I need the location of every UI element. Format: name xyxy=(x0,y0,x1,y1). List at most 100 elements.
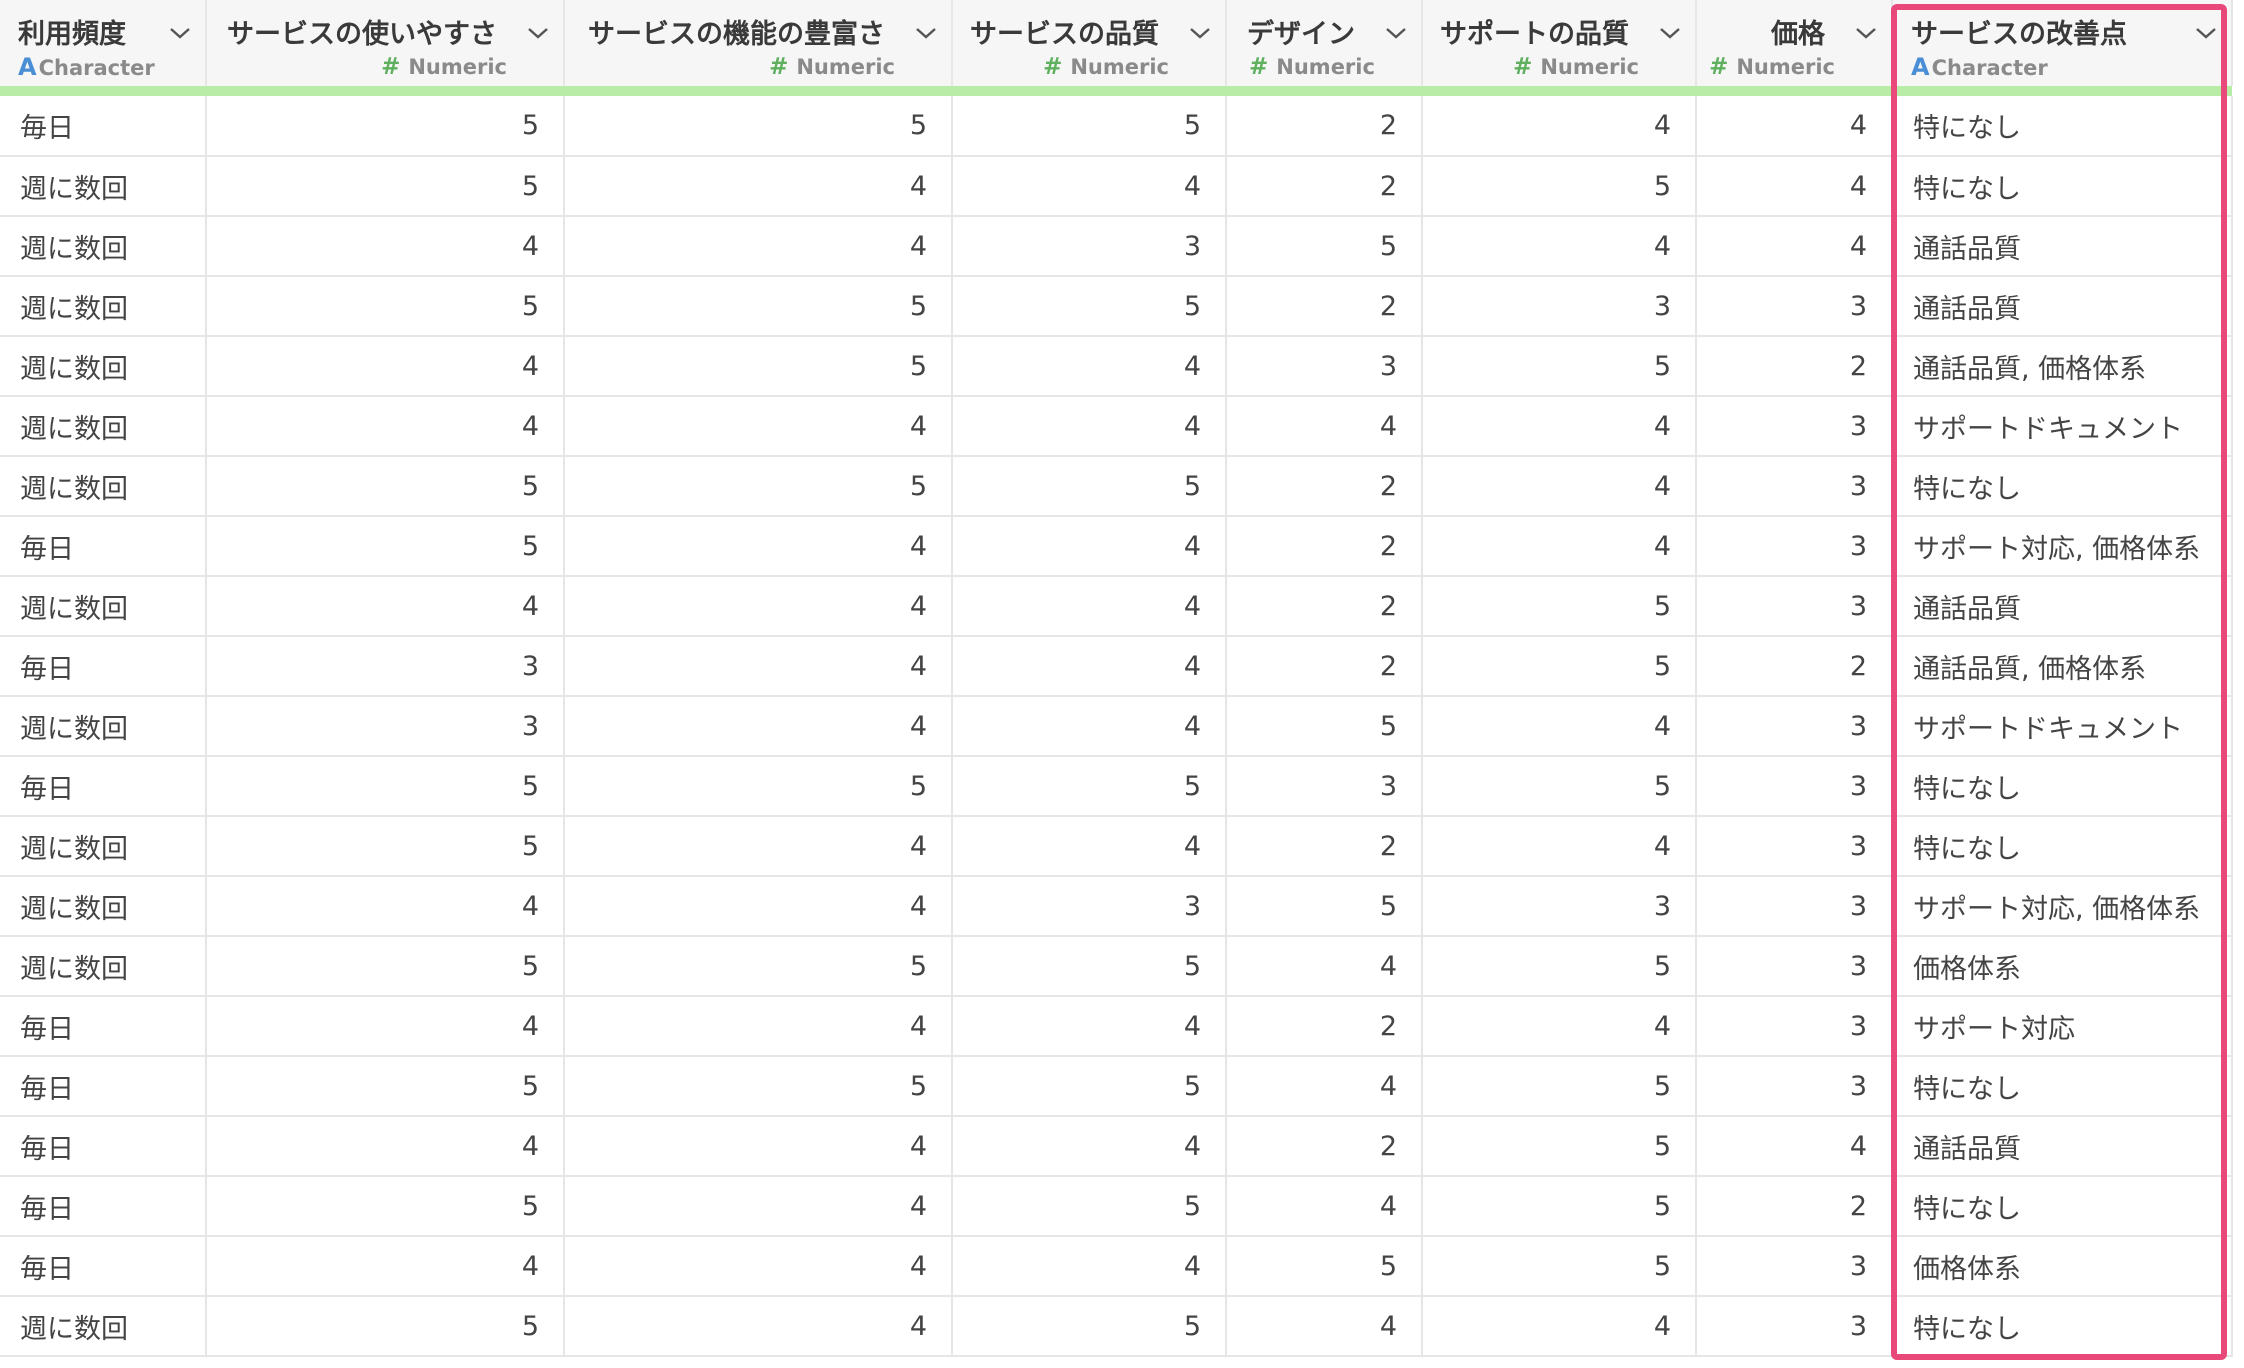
table-cell[interactable]: 5 xyxy=(206,1296,565,1357)
table-cell[interactable]: 5 xyxy=(1422,636,1697,697)
table-cell[interactable]: 特になし xyxy=(1892,96,2233,157)
table-cell[interactable]: 毎日 xyxy=(0,756,207,817)
table-row[interactable]: 週に数回 4 5 4 3 5 2 通話品質, 価格体系 xyxy=(0,336,2233,397)
table-row[interactable]: 毎日 4 4 4 5 5 3 価格体系 xyxy=(0,1236,2233,1297)
table-row[interactable]: 週に数回 4 4 4 2 5 3 通話品質 xyxy=(0,576,2233,637)
table-cell[interactable]: 3 xyxy=(1696,516,1893,577)
table-cell[interactable]: 3 xyxy=(1422,276,1697,337)
table-cell[interactable]: サポートドキュメント xyxy=(1892,396,2233,457)
table-cell[interactable]: 5 xyxy=(206,156,565,217)
table-cell[interactable]: 5 xyxy=(206,456,565,517)
table-cell[interactable]: 5 xyxy=(564,936,953,997)
table-row[interactable]: 週に数回 5 5 5 4 5 3 価格体系 xyxy=(0,936,2233,997)
table-cell[interactable]: 毎日 xyxy=(0,996,207,1057)
table-cell[interactable]: 4 xyxy=(1422,516,1697,577)
table-cell[interactable]: 通話品質, 価格体系 xyxy=(1892,336,2233,397)
table-cell[interactable]: 4 xyxy=(564,636,953,697)
table-cell[interactable]: 5 xyxy=(564,756,953,817)
table-cell[interactable]: 5 xyxy=(1422,1236,1697,1297)
table-cell[interactable]: 4 xyxy=(952,636,1227,697)
table-row[interactable]: 毎日 5 4 5 4 5 2 特になし xyxy=(0,1176,2233,1237)
table-cell[interactable]: 5 xyxy=(206,936,565,997)
table-cell[interactable]: 5 xyxy=(206,96,565,157)
table-cell[interactable]: 4 xyxy=(952,696,1227,757)
table-cell[interactable]: 4 xyxy=(564,1236,953,1297)
table-cell[interactable]: 5 xyxy=(952,936,1227,997)
table-cell[interactable]: 特になし xyxy=(1892,756,2233,817)
table-cell[interactable]: 4 xyxy=(1422,96,1697,157)
table-cell[interactable]: サポートドキュメント xyxy=(1892,696,2233,757)
table-cell[interactable]: 2 xyxy=(1226,816,1423,877)
column-header[interactable]: サービスの改善点 A Character xyxy=(1892,0,2233,86)
table-cell[interactable]: 5 xyxy=(1422,336,1697,397)
table-cell[interactable]: 5 xyxy=(1422,756,1697,817)
table-cell[interactable]: 4 xyxy=(1696,216,1893,277)
table-cell[interactable]: 4 xyxy=(1422,696,1697,757)
table-cell[interactable]: 3 xyxy=(1226,336,1423,397)
table-cell[interactable]: 週に数回 xyxy=(0,216,207,277)
table-cell[interactable]: 4 xyxy=(564,876,953,937)
table-cell[interactable]: 毎日 xyxy=(0,1236,207,1297)
table-row[interactable]: 毎日 3 4 4 2 5 2 通話品質, 価格体系 xyxy=(0,636,2233,697)
table-cell[interactable]: 通話品質 xyxy=(1892,216,2233,277)
table-cell[interactable]: 4 xyxy=(1226,1056,1423,1117)
table-cell[interactable]: 毎日 xyxy=(0,1116,207,1177)
table-cell[interactable]: 特になし xyxy=(1892,1056,2233,1117)
table-cell[interactable]: 4 xyxy=(952,156,1227,217)
table-cell[interactable]: 4 xyxy=(952,336,1227,397)
table-cell[interactable]: 4 xyxy=(564,1296,953,1357)
table-cell[interactable]: 週に数回 xyxy=(0,456,207,517)
table-row[interactable]: 毎日 5 4 4 2 4 3 サポート対応, 価格体系 xyxy=(0,516,2233,577)
table-cell[interactable]: 特になし xyxy=(1892,456,2233,517)
table-cell[interactable]: 5 xyxy=(952,1176,1227,1237)
table-cell[interactable]: 2 xyxy=(1226,1116,1423,1177)
table-cell[interactable]: 3 xyxy=(206,696,565,757)
table-cell[interactable]: 3 xyxy=(1696,876,1893,937)
table-cell[interactable]: 4 xyxy=(1696,156,1893,217)
table-cell[interactable]: 3 xyxy=(1696,1296,1893,1357)
column-header[interactable]: サービスの使いやすさ # Numeric xyxy=(206,0,565,86)
table-cell[interactable]: 5 xyxy=(206,1056,565,1117)
table-row[interactable]: 週に数回 3 4 4 5 4 3 サポートドキュメント xyxy=(0,696,2233,757)
table-cell[interactable]: 3 xyxy=(1696,576,1893,637)
table-row[interactable]: 毎日 4 4 4 2 4 3 サポート対応 xyxy=(0,996,2233,1057)
table-cell[interactable]: 4 xyxy=(1226,1176,1423,1237)
table-cell[interactable]: 4 xyxy=(952,1116,1227,1177)
table-cell[interactable]: 週に数回 xyxy=(0,396,207,457)
table-cell[interactable]: 3 xyxy=(1696,996,1893,1057)
table-cell[interactable]: 週に数回 xyxy=(0,1296,207,1357)
table-cell[interactable]: 5 xyxy=(952,1296,1227,1357)
table-cell[interactable]: 4 xyxy=(564,396,953,457)
column-header[interactable]: デザイン # Numeric xyxy=(1226,0,1423,86)
table-row[interactable]: 週に数回 5 5 5 2 3 3 通話品質 xyxy=(0,276,2233,337)
table-cell[interactable]: 2 xyxy=(1226,636,1423,697)
table-cell[interactable]: 週に数回 xyxy=(0,816,207,877)
table-cell[interactable]: 2 xyxy=(1226,516,1423,577)
table-row[interactable]: 週に数回 5 4 5 4 4 3 特になし xyxy=(0,1296,2233,1357)
table-cell[interactable]: 毎日 xyxy=(0,1056,207,1117)
table-cell[interactable]: 2 xyxy=(1696,636,1893,697)
table-cell[interactable]: 週に数回 xyxy=(0,696,207,757)
table-cell[interactable]: 5 xyxy=(1226,1236,1423,1297)
table-cell[interactable]: 週に数回 xyxy=(0,156,207,217)
table-cell[interactable]: 4 xyxy=(1422,216,1697,277)
table-cell[interactable]: 4 xyxy=(1226,396,1423,457)
table-row[interactable]: 週に数回 5 4 4 2 5 4 特になし xyxy=(0,156,2233,217)
table-cell[interactable]: 5 xyxy=(1226,216,1423,277)
table-cell[interactable]: 5 xyxy=(206,276,565,337)
table-cell[interactable]: 3 xyxy=(1696,756,1893,817)
table-cell[interactable]: 5 xyxy=(1422,936,1697,997)
chevron-down-icon[interactable] xyxy=(1659,26,1681,40)
table-cell[interactable]: 4 xyxy=(206,996,565,1057)
table-cell[interactable]: 2 xyxy=(1226,96,1423,157)
table-cell[interactable]: 週に数回 xyxy=(0,276,207,337)
table-cell[interactable]: 特になし xyxy=(1892,1296,2233,1357)
table-cell[interactable]: 4 xyxy=(952,816,1227,877)
table-cell[interactable]: 2 xyxy=(1696,1176,1893,1237)
table-cell[interactable]: 4 xyxy=(564,156,953,217)
table-cell[interactable]: 5 xyxy=(952,1056,1227,1117)
table-cell[interactable]: 4 xyxy=(1422,396,1697,457)
table-cell[interactable]: 特になし xyxy=(1892,1176,2233,1237)
table-cell[interactable]: 5 xyxy=(564,336,953,397)
table-cell[interactable]: 4 xyxy=(1226,936,1423,997)
